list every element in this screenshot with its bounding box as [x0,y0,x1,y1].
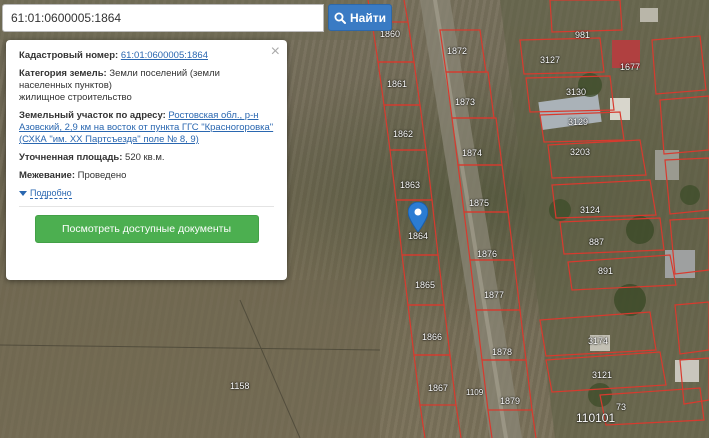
parcel-label: 3174 [588,336,609,346]
parcel-label: 3203 [570,147,591,157]
parcel-label: 1863 [400,180,421,190]
parcel-label: 1862 [393,129,414,139]
parcel-label: 1876 [477,249,498,259]
parcel-label: 1874 [462,148,483,158]
parcel-label: 1873 [455,97,476,107]
search-button-label: Найти [350,10,386,25]
parcel-label-selected: 1864 [408,231,429,241]
parcel-label: 1109 [466,388,484,397]
category-label: Категория земель: [19,68,107,79]
survey-value: Проведено [77,170,127,181]
parcel-label: 73 [616,402,627,412]
category-row: Категория земель: Земли поселений (земли… [19,68,274,104]
parcel-label: 1861 [387,79,408,89]
survey-label: Межевание: [19,170,75,181]
quarter-label: 110101 [576,411,616,425]
parcel-label: 1158 [230,381,250,391]
area-row: Уточненная площадь: 520 кв.м. [19,152,274,164]
parcel-label: 3121 [592,370,613,380]
cadastral-row: Кадастровый номер: 61:01:0600005:1864 [19,50,274,62]
parcel-label: 1875 [469,198,490,208]
divider [19,206,274,207]
details-toggle-label: Подробно [30,188,72,199]
parcel-info-popup: × Кадастровый номер: 61:01:0600005:1864 … [6,40,287,280]
survey-row: Межевание: Проведено [19,170,274,182]
cadastral-link[interactable]: 61:01:0600005:1864 [121,50,208,61]
category-use: жилищное строительство [19,92,132,103]
address-row: Земельный участок по адресу: Ростовская … [19,110,274,146]
close-icon[interactable]: × [271,43,280,61]
parcel-label: 1677 [620,62,641,72]
view-documents-button[interactable]: Посмотреть доступные документы [34,215,259,243]
search-icon [334,12,346,24]
parcel-label: 1867 [428,383,449,393]
parcel-label: 981 [575,30,591,40]
area-value: 520 кв.м. [125,152,165,163]
search-button[interactable]: Найти [328,4,392,31]
details-toggle[interactable]: Подробно [19,188,274,199]
house-roof [640,8,658,22]
parcel-label: 1878 [492,347,513,357]
parcel-label: 887 [589,237,605,247]
parcel-label: 3130 [566,87,587,97]
search-bar: Найти [2,4,392,32]
cadastral-label: Кадастровый номер: [19,50,119,61]
parcel-label: 1865 [415,280,436,290]
address-label: Земельный участок по адресу: [19,110,166,121]
parcel-label: 891 [598,266,614,276]
parcel-label: 1879 [500,396,521,406]
search-input[interactable] [2,4,324,32]
location-pin-icon[interactable] [408,202,428,232]
caret-down-icon [19,191,27,196]
parcel-label: 3129 [568,117,589,127]
parcel-label: 1866 [422,332,443,342]
parcel-label: 1872 [447,46,468,56]
parcel-label: 3127 [540,55,561,65]
parcel-label: 3124 [580,205,601,215]
house-roof [675,360,699,382]
parcel-label: 1877 [484,290,505,300]
area-label: Уточненная площадь: [19,152,123,163]
